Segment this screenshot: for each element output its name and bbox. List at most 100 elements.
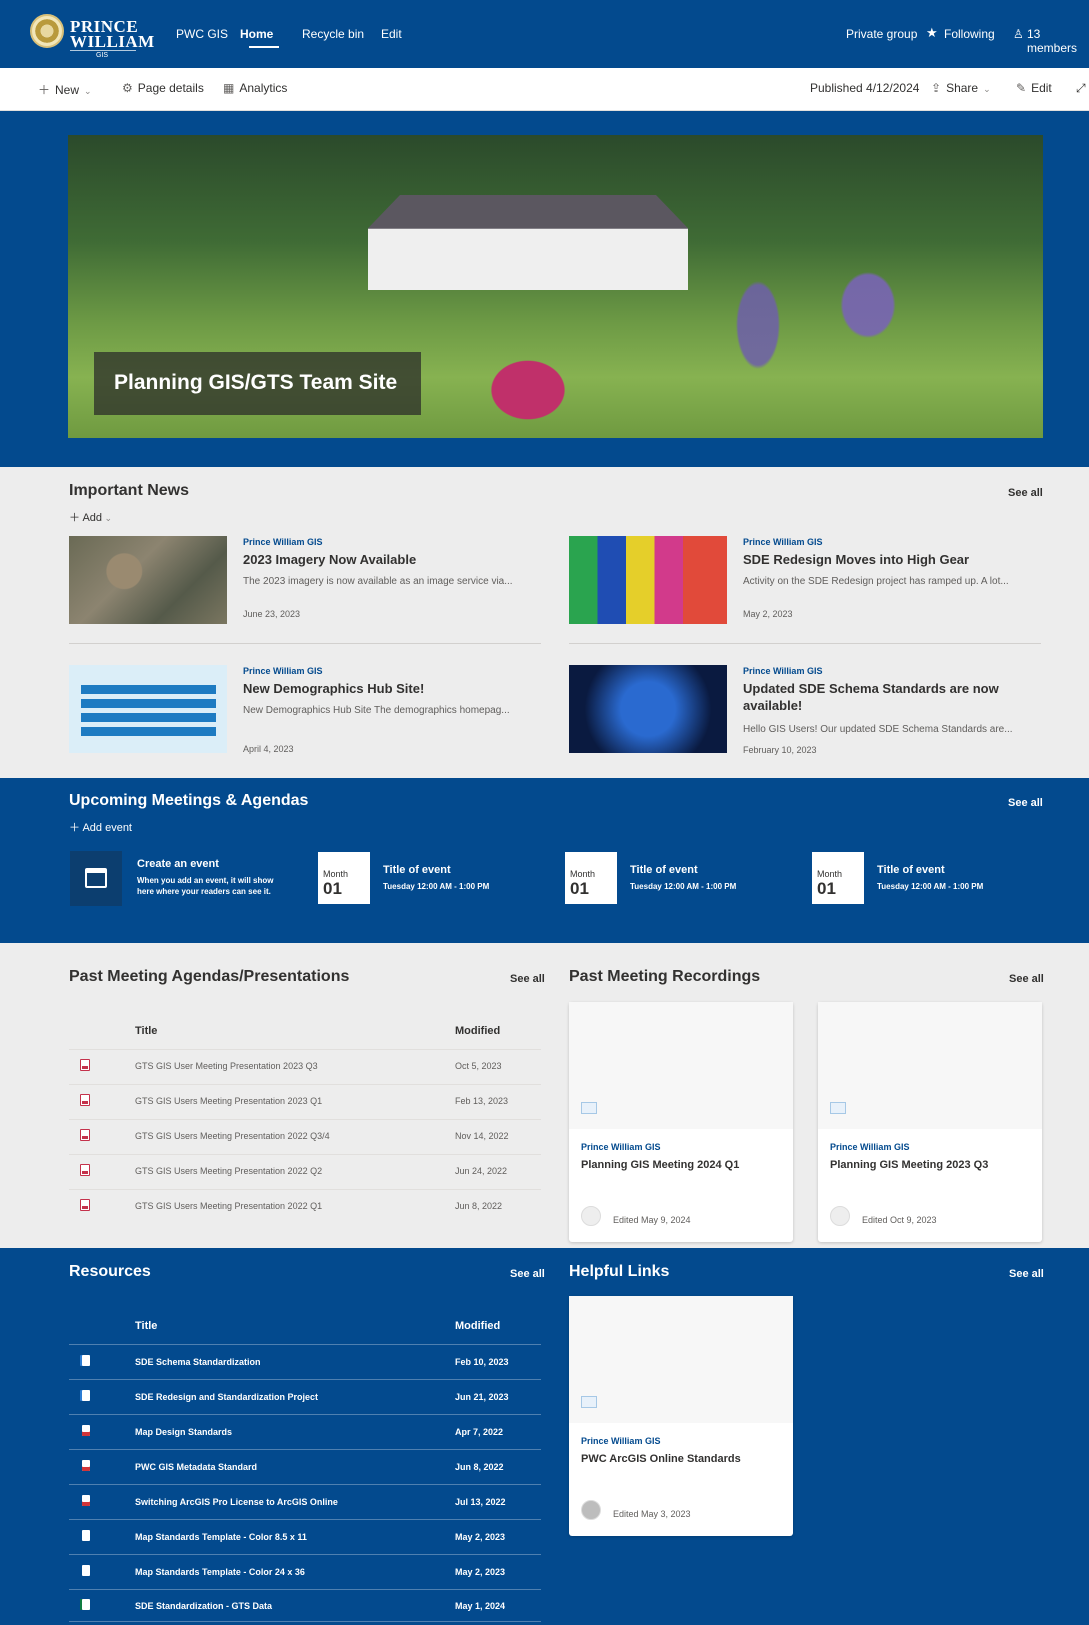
card-source: Prince William GIS [581,1142,661,1152]
pencil-icon: ✎ [1016,81,1027,95]
recording-card[interactable]: Prince William GIS Planning GIS Meeting … [569,1002,793,1242]
table-divider [69,1449,541,1450]
table-cell-title[interactable]: GTS GIS Users Meeting Presentation 2022 … [135,1201,322,1211]
analytics-label: Analytics [239,81,288,95]
card-title[interactable]: PWC ArcGIS Online Standards [581,1453,741,1465]
table-divider [69,1084,541,1085]
news-description: The 2023 imagery is now available as an … [243,576,513,587]
resources-see-all-link[interactable]: See all [510,1268,545,1280]
table-cell-modified: Feb 10, 2023 [455,1357,509,1367]
analytics-button[interactable]: ▦ Analytics [223,81,287,95]
table-cell-title[interactable]: GTS GIS Users Meeting Presentation 2022 … [135,1166,322,1176]
new-label: New [55,83,80,97]
table-cell-title[interactable]: Map Standards Template - Color 24 x 36 [135,1567,305,1577]
news-thumbnail[interactable] [69,536,227,624]
table-cell-title[interactable]: GTS GIS User Meeting Presentation 2023 Q… [135,1061,318,1071]
pdf-icon [80,1199,90,1211]
event-time: Tuesday 12:00 AM - 1:00 PM [877,882,984,891]
card-preview [569,1296,793,1423]
gear-icon: ⚙ [122,81,133,95]
table-cell-title[interactable]: SDE Schema Standardization [135,1357,261,1367]
column-header-modified[interactable]: Modified [455,1320,500,1332]
column-header-title[interactable]: Title [135,1320,157,1332]
table-cell-title[interactable]: PWC GIS Metadata Standard [135,1462,257,1472]
card-source: Prince William GIS [830,1142,910,1152]
event-day: 01 [323,879,342,898]
person-icon: ♙ [1013,27,1024,41]
table-cell-title[interactable]: Switching ArcGIS Pro License to ArcGIS O… [135,1497,338,1507]
news-title[interactable]: Updated SDE Schema Standards are now [743,681,999,696]
members-button[interactable]: 13 members [1027,27,1089,55]
expand-icon[interactable]: ⤢ [1076,81,1086,96]
news-title[interactable]: New Demographics Hub Site! [243,681,424,696]
nav-home[interactable]: Home [240,27,273,41]
news-add-button[interactable]: ＋ Add ⌄ [69,509,112,525]
agendas-see-all-link[interactable]: See all [510,973,545,985]
news-thumbnail[interactable] [569,536,727,624]
card-title[interactable]: Planning GIS Meeting 2024 Q1 [581,1159,739,1171]
video-file-icon [830,1102,846,1114]
card-title[interactable]: Planning GIS Meeting 2023 Q3 [830,1159,988,1171]
page-details-button[interactable]: ⚙ Page details [122,81,204,95]
column-header-modified[interactable]: Modified [455,1025,500,1037]
table-divider [69,1589,541,1590]
recording-card[interactable]: Prince William GIS Planning GIS Meeting … [818,1002,1042,1242]
following-button[interactable]: Following [944,27,995,41]
news-thumbnail[interactable] [69,665,227,753]
table-cell-modified: May 2, 2023 [455,1532,506,1542]
meetings-see-all-link[interactable]: See all [1008,797,1043,809]
table-cell-title[interactable]: Map Design Standards [135,1427,232,1437]
hero-title: Planning GIS/GTS Team Site [114,371,398,394]
create-event-desc-1: When you add an event, it will show [137,876,274,885]
news-thumbnail[interactable] [569,665,727,753]
news-title[interactable]: 2023 Imagery Now Available [243,552,416,567]
edit-button[interactable]: ✎ Edit [1016,81,1052,95]
helpful-links-see-all-link[interactable]: See all [1009,1268,1044,1280]
resources-section-title: Resources [69,1263,151,1280]
create-event-tile[interactable] [70,851,122,906]
news-date: April 4, 2023 [243,744,294,754]
page-details-label: Page details [137,81,204,95]
analytics-icon: ▦ [223,81,235,95]
table-divider [69,1344,541,1345]
event-date-box[interactable]: Month 01 [318,852,370,904]
table-cell-title[interactable]: Map Standards Template - Color 8.5 x 11 [135,1532,307,1542]
table-divider [69,1554,541,1555]
card-edited: Edited Oct 9, 2023 [862,1215,937,1225]
event-title[interactable]: Title of event [877,864,945,876]
column-header-title[interactable]: Title [135,1025,157,1037]
link-file-icon [581,1396,597,1408]
nav-recycle-bin[interactable]: Recycle bin [302,27,364,41]
table-cell-title[interactable]: GTS GIS Users Meeting Presentation 2022 … [135,1131,330,1141]
news-title-line-2[interactable]: available! [743,698,802,713]
table-divider [69,1621,541,1622]
share-button[interactable]: ⇪ Share ⌄ [931,81,991,95]
edit-label: Edit [1031,81,1052,95]
nav-home-indicator [249,46,279,48]
table-divider [69,1119,541,1120]
news-title[interactable]: SDE Redesign Moves into High Gear [743,552,969,567]
new-button[interactable]: ＋ New ⌄ [38,81,92,98]
table-cell-modified: Oct 5, 2023 [455,1061,502,1071]
event-day: 01 [817,879,836,898]
event-date-box[interactable]: Month 01 [565,852,617,904]
pdf-icon [82,1460,90,1471]
county-seal-logo[interactable] [30,14,64,48]
nav-pwc-gis[interactable]: PWC GIS [176,27,228,41]
news-description: Activity on the SDE Redesign project has… [743,576,1009,587]
helpful-link-card[interactable]: Prince William GIS PWC ArcGIS Online Sta… [569,1296,793,1536]
event-title[interactable]: Title of event [383,864,451,876]
event-title[interactable]: Title of event [630,864,698,876]
table-cell-title[interactable]: SDE Standardization - GTS Data [135,1601,272,1611]
add-event-button[interactable]: ＋ Add event [69,819,132,835]
logo-sub: GIS [96,52,109,59]
table-cell-title[interactable]: GTS GIS Users Meeting Presentation 2023 … [135,1096,322,1106]
table-cell-title[interactable]: SDE Redesign and Standardization Project [135,1392,318,1402]
table-cell-modified: Nov 14, 2022 [455,1131,509,1141]
event-date-box[interactable]: Month 01 [812,852,864,904]
table-divider [69,1519,541,1520]
nav-edit[interactable]: Edit [381,27,402,41]
recordings-see-all-link[interactable]: See all [1009,973,1044,985]
news-see-all-link[interactable]: See all [1008,487,1043,499]
pdf-icon [80,1164,90,1176]
